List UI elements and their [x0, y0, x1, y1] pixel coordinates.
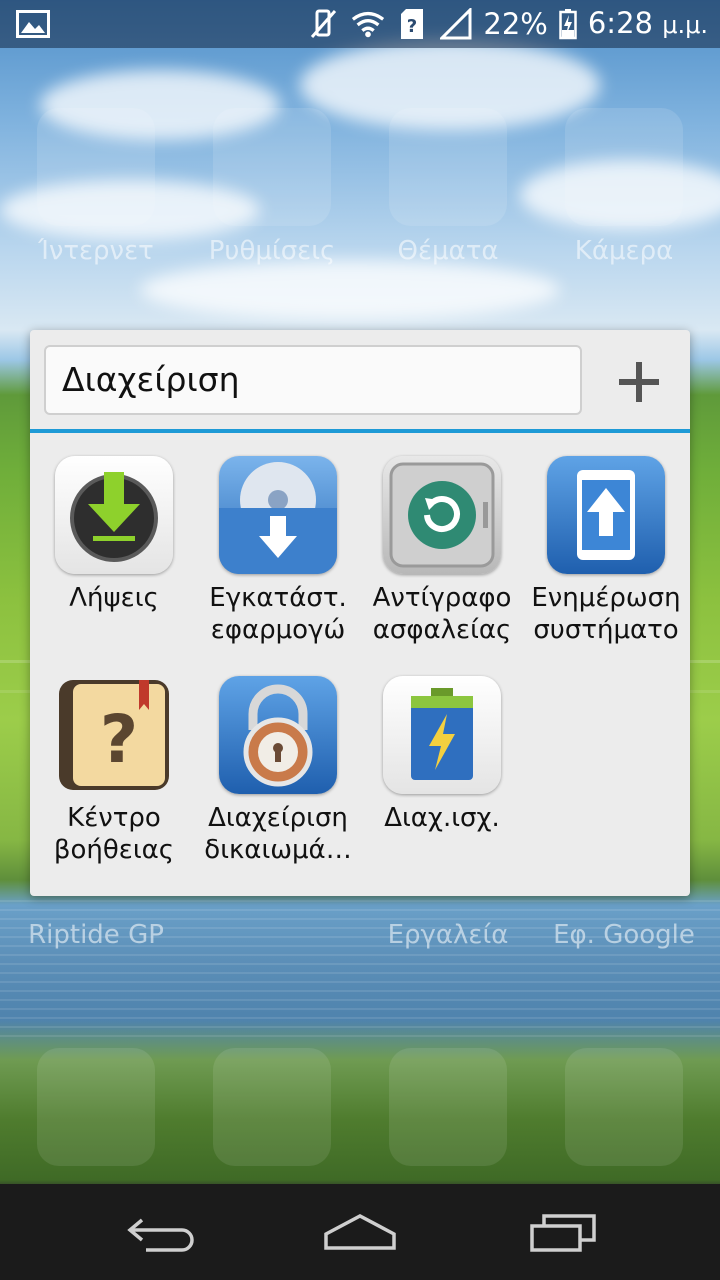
app-power-manager[interactable]: Διαχ.ισχ.: [360, 676, 524, 834]
system-update-icon: [547, 456, 665, 574]
battery-percentage: 22%: [483, 7, 548, 41]
gallery-notification-icon: [16, 10, 50, 38]
home-label-themes: Θέματα: [397, 236, 499, 266]
app-downloads[interactable]: Λήψεις: [32, 456, 196, 614]
home-label-riptide[interactable]: Riptide GP: [8, 920, 184, 950]
svg-text:?: ?: [100, 701, 138, 778]
home-label-camera: Κάμερα: [574, 236, 674, 266]
help-center-icon: ?: [55, 676, 173, 794]
app-permission-manager[interactable]: Διαχείριση δικαιωμά…: [196, 676, 360, 866]
vibrate-mute-icon: [307, 7, 341, 41]
home-icon[interactable]: [315, 1204, 405, 1260]
app-backup[interactable]: Αντίγραφο ασφαλείας: [360, 456, 524, 646]
app-label: Κέντρο βοήθειας: [53, 803, 175, 865]
folder-name-field[interactable]: Διαχείριση: [44, 345, 582, 415]
app-label: Λήψεις: [69, 583, 159, 613]
wifi-icon: [351, 7, 385, 41]
app-system-update[interactable]: Ενημέρωση συστήματο: [524, 456, 688, 646]
app-drawer-icon[interactable]: [565, 1048, 683, 1166]
sim-unknown-icon: ?: [395, 7, 429, 41]
app-installer[interactable]: Εγκατάστ. εφαρμογώ: [196, 456, 360, 646]
clock-time: 6:28: [587, 6, 653, 40]
phone-icon[interactable]: [37, 1048, 155, 1166]
recent-apps-icon[interactable]: [518, 1204, 608, 1260]
permission-manager-lock-icon: [219, 676, 337, 794]
home-label-google-apps[interactable]: Εφ. Google: [536, 920, 712, 950]
battery-charging-icon: [558, 7, 578, 41]
contacts-icon[interactable]: [213, 1048, 331, 1166]
themes-pencils-icon[interactable]: [389, 108, 507, 226]
app-label: Αντίγραφο ασφαλείας: [372, 583, 512, 645]
clock: 6:28 μ.μ.: [588, 0, 708, 49]
downloads-icon: [55, 456, 173, 574]
status-bar: ? 22% 6:28 μ.μ.: [0, 0, 720, 48]
clock-suffix: μ.μ.: [662, 11, 708, 39]
cell-signal-icon: [439, 7, 473, 41]
settings-gear-icon[interactable]: [213, 108, 331, 226]
folder-divider: [30, 429, 690, 433]
svg-text:?: ?: [407, 16, 417, 37]
app-label: Εγκατάστ. εφαρμογώ: [209, 583, 347, 645]
browser-globe-icon[interactable]: [37, 108, 155, 226]
folder-popup: Διαχείριση Λήψεις Εγκατάστ. εφαρμογώ Αντ…: [30, 330, 690, 896]
power-manager-battery-icon: [383, 676, 501, 794]
back-icon[interactable]: [116, 1204, 206, 1260]
plus-icon[interactable]: [612, 355, 666, 409]
app-label: Διαχείριση δικαιωμά…: [204, 803, 352, 865]
home-label-settings: Ρυθμίσεις: [208, 236, 336, 266]
app-label: Ενημέρωση συστήματο: [531, 583, 681, 645]
app-help-center[interactable]: ? Κέντρο βοήθειας: [32, 676, 196, 866]
navigation-bar: [0, 1184, 720, 1280]
home-label-internet: Ίντερνετ: [38, 236, 154, 266]
backup-safe-icon: [383, 456, 501, 574]
home-label-tools[interactable]: Εργαλεία: [360, 920, 536, 950]
messages-icon[interactable]: [389, 1048, 507, 1166]
app-installer-icon: [219, 456, 337, 574]
app-label: Διαχ.ισχ.: [384, 803, 500, 833]
camera-icon[interactable]: [565, 108, 683, 226]
